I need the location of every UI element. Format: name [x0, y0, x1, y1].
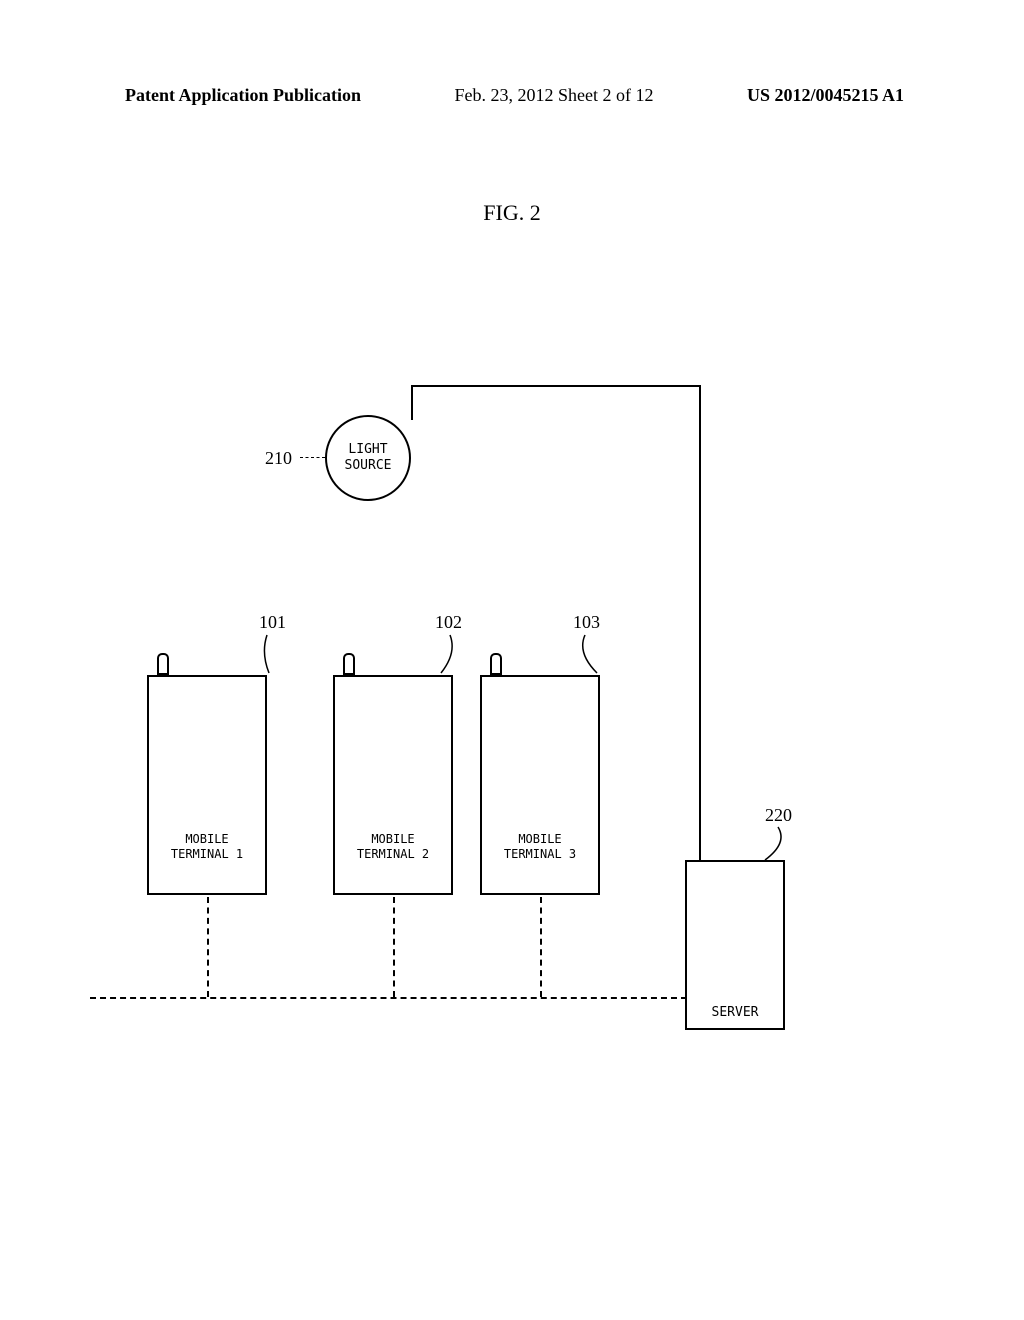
antenna-icon — [343, 653, 355, 675]
terminal-1-line1: MOBILE — [171, 832, 243, 848]
mobile-terminal-1: MOBILE TERMINAL 1 — [147, 675, 267, 895]
connector-light-top — [411, 385, 413, 420]
figure-label: FIG. 2 — [483, 200, 540, 226]
page-header: Patent Application Publication Feb. 23, … — [0, 85, 1024, 106]
ref-101: 101 — [259, 612, 286, 633]
terminal-1-line2: TERMINAL 1 — [171, 847, 243, 863]
terminal-3-label: MOBILE TERMINAL 3 — [504, 832, 576, 863]
antenna-icon — [157, 653, 169, 675]
ref-102: 102 — [435, 612, 462, 633]
connector-right-v — [699, 385, 701, 862]
light-source: LIGHT SOURCE — [325, 415, 411, 501]
dashed-t3-down — [540, 897, 542, 997]
mobile-terminal-3: MOBILE TERMINAL 3 — [480, 675, 600, 895]
ref-103-leader — [575, 633, 600, 675]
ref-220: 220 — [765, 805, 792, 826]
mobile-terminal-2: MOBILE TERMINAL 2 — [333, 675, 453, 895]
antenna-icon — [490, 653, 502, 675]
header-center: Feb. 23, 2012 Sheet 2 of 12 — [455, 85, 654, 106]
light-source-line2: SOURCE — [345, 458, 392, 474]
terminal-3-line1: MOBILE — [504, 832, 576, 848]
ref-102-leader — [435, 633, 460, 675]
server-label: SERVER — [712, 1005, 759, 1020]
ref-220-leader — [760, 825, 790, 865]
diagram-container: 210 LIGHT SOURCE 101 102 103 220 MOBILE … — [115, 380, 915, 1080]
dashed-bottom-h — [90, 997, 687, 999]
ref-103: 103 — [573, 612, 600, 633]
terminal-2-line1: MOBILE — [357, 832, 429, 848]
terminal-3-line2: TERMINAL 3 — [504, 847, 576, 863]
ref-210-leader — [300, 457, 325, 458]
light-source-line1: LIGHT — [348, 442, 387, 458]
header-right: US 2012/0045215 A1 — [747, 85, 904, 106]
dashed-t1-down — [207, 897, 209, 997]
terminal-1-label: MOBILE TERMINAL 1 — [171, 832, 243, 863]
ref-210: 210 — [265, 448, 292, 469]
connector-top-h — [411, 385, 701, 387]
terminal-2-label: MOBILE TERMINAL 2 — [357, 832, 429, 863]
dashed-t2-down — [393, 897, 395, 997]
terminal-2-line2: TERMINAL 2 — [357, 847, 429, 863]
header-left: Patent Application Publication — [125, 85, 361, 106]
server: SERVER — [685, 860, 785, 1030]
ref-101-leader — [255, 633, 275, 675]
